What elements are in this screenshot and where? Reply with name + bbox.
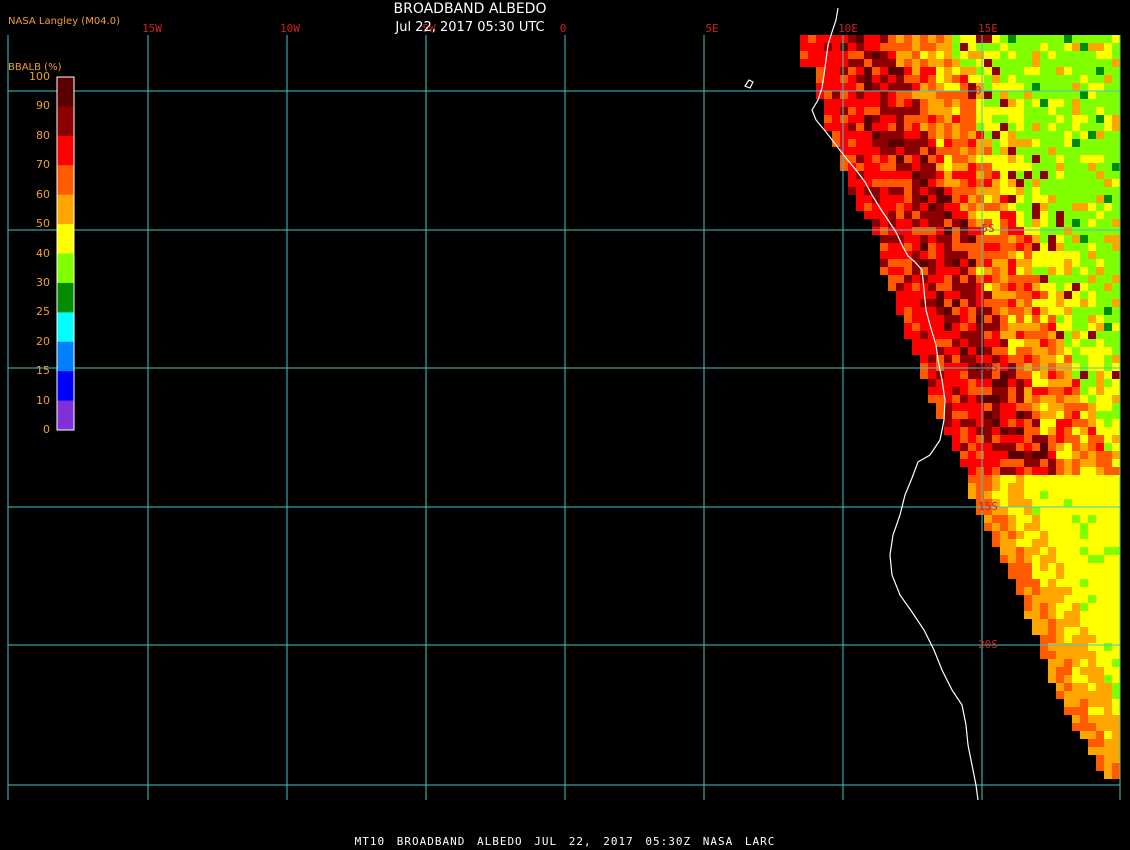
colorbar-swatch [57,106,74,137]
lat-label-15s: 15S [978,500,998,513]
colorbar-swatch [57,77,74,107]
colorbar-swatch [57,341,74,372]
albedo-map: 15W 10W 5W 0 5E 10E 15E05S15S20S10S [7,7,1121,801]
colorbar-swatch [57,135,74,166]
colorbar-tick-60: 60 [36,187,50,201]
colorbar-swatch [57,282,74,313]
colorbar-tick-50: 50 [36,217,50,231]
colorbar-swatch [57,165,74,196]
lat-label-5s: 5S [981,222,994,235]
colorbar-swatch [57,224,74,254]
map-title: BROADBAND ALBEDO [393,1,547,17]
colorbar-tick-70: 70 [36,158,50,172]
colorbar-swatch [57,400,74,431]
colorbar-tick-80: 80 [36,128,50,142]
colorbar-tick-20: 20 [36,334,50,348]
colorbar-swatch [57,371,74,402]
colorbar-tick-40: 40 [36,246,50,260]
lat-label-10s: 10S [978,361,998,374]
island-icon [744,79,754,89]
footer-caption: MT10 BROADBAND ALBEDO JUL 22, 2017 05:30… [354,835,776,848]
map-timestamp: Jul 22, 2017 05:30 UTC [395,20,545,35]
colorbar [56,76,75,431]
lon-label-15e: 15E [978,22,998,35]
colorbar-swatch [57,312,74,343]
colorbar-swatch [57,194,74,225]
colorbar-tick-30: 30 [36,275,50,289]
colorbar-tick-90: 90 [36,99,50,113]
colorbar-tick-0: 0 [43,423,50,436]
lat-label-0: 0 [975,84,982,97]
colorbar-swatch [57,253,74,284]
colorbar-tick-15: 15 [36,364,50,378]
colorbar-tick-10: 10 [36,393,50,407]
albedo-cloud-field [800,35,1120,779]
colorbar-tick-25: 25 [36,305,50,319]
lat-label-20s: 20S [978,638,998,651]
colorbar-tick-100: 100 [29,70,50,83]
